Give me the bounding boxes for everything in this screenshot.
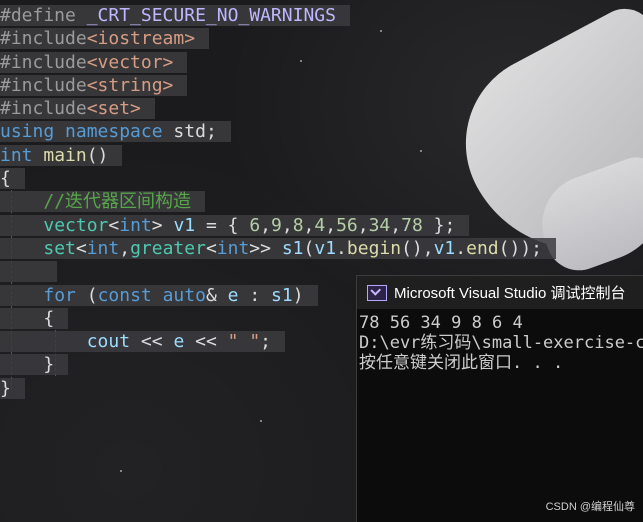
code-line-6: using namespace std; xyxy=(0,120,556,143)
wallpaper-star xyxy=(120,470,122,472)
code-line-3: #include<vector> xyxy=(0,51,556,74)
code-line-11: set<int,greater<int>> s1(v1.begin(),v1.e… xyxy=(0,237,556,260)
console-title: Microsoft Visual Studio 调试控制台 xyxy=(394,285,626,302)
screenshot-canvas: #define _CRT_SECURE_NO_WARNINGS #include… xyxy=(0,0,643,522)
code-line-1: #define _CRT_SECURE_NO_WARNINGS xyxy=(0,4,556,27)
code-line-9: //迭代器区间构造 xyxy=(0,190,556,213)
console-output-line: 按任意键关闭此窗口. . . xyxy=(359,353,564,373)
code-line-7: int main() xyxy=(0,144,556,167)
console-output[interactable]: 78 56 34 9 8 6 4 D:\evr练习码\small-exercis… xyxy=(357,309,643,373)
console-app-icon xyxy=(367,284,387,301)
code-line-5: #include<set> xyxy=(0,97,556,120)
console-output-line: D:\evr练习码\small-exercise-c xyxy=(359,333,643,353)
watermark: CSDN @编程仙尊 xyxy=(545,501,635,513)
console-output-line: 78 56 34 9 8 6 4 xyxy=(359,313,523,333)
console-titlebar[interactable]: Microsoft Visual Studio 调试控制台 xyxy=(357,276,643,309)
wallpaper-star xyxy=(260,420,262,422)
code-line-10: vector<int> v1 = { 6,9,8,4,56,34,78 }; xyxy=(0,214,556,237)
code-line-2: #include<iostream> xyxy=(0,27,556,50)
code-line-8: { xyxy=(0,167,556,190)
debug-console-window[interactable]: Microsoft Visual Studio 调试控制台 78 56 34 9… xyxy=(356,275,643,522)
code-line-4: #include<string> xyxy=(0,74,556,97)
